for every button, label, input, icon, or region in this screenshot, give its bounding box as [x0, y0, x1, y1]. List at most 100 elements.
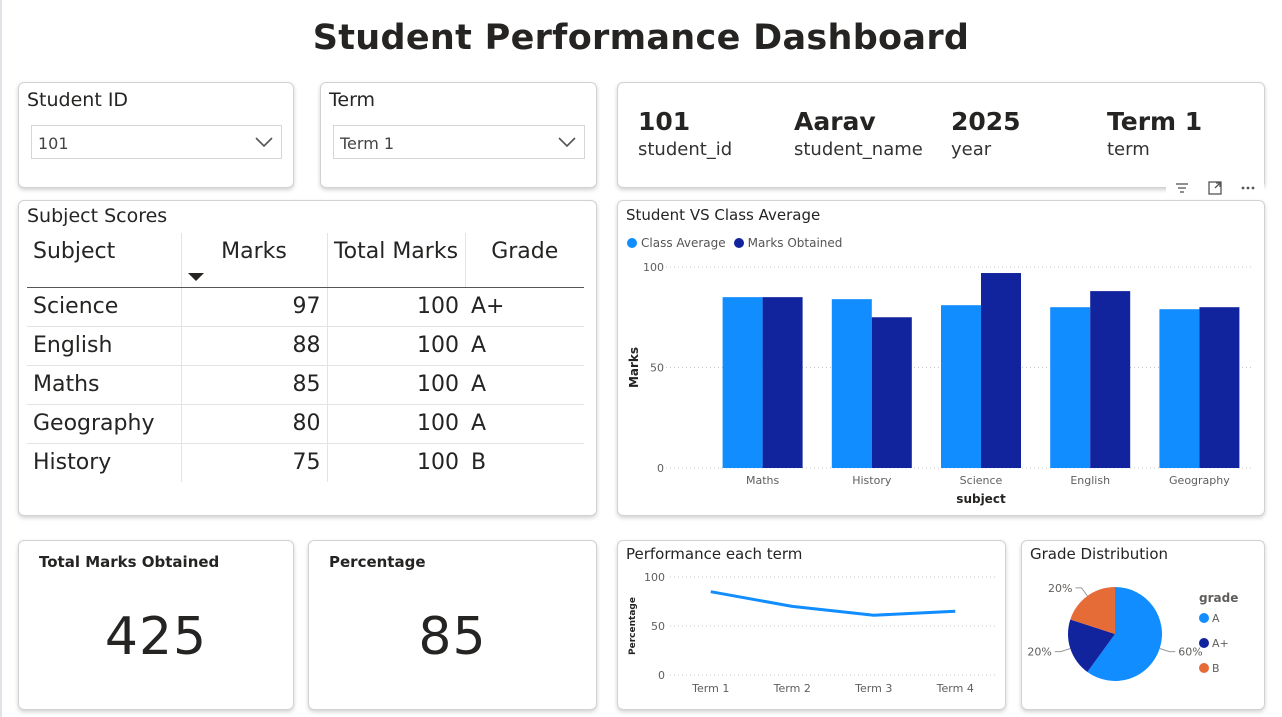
cell-subject: Geography — [27, 404, 181, 444]
legend-label: B — [1212, 662, 1220, 675]
y-tick-label: 100 — [643, 261, 664, 274]
kpi-title: Percentage — [329, 553, 426, 571]
table-row[interactable]: Science 97 100 A+ — [27, 287, 584, 327]
bar-marks-obtained — [981, 273, 1021, 468]
legend-label: A+ — [1212, 637, 1229, 650]
cell-subject: Maths — [27, 365, 181, 405]
header-total-marks[interactable]: Total Marks — [326, 233, 465, 288]
bar-marks-obtained — [871, 317, 912, 468]
legend-dot — [1199, 638, 1209, 648]
cell-total: 100 — [326, 326, 465, 366]
cell-total: 100 — [326, 287, 465, 327]
table-row[interactable]: Maths 85 100 A — [27, 365, 584, 405]
cell-subject: Science — [27, 287, 181, 327]
field-value: 101 — [638, 107, 691, 136]
dropdown-value: Term 1 — [340, 134, 395, 153]
grade-distribution-chart: Grade Distribution 60% 20% 20% grade A A+ B — [1021, 540, 1265, 710]
term-slicer: Term Term 1 — [320, 82, 597, 188]
bar-class-average — [831, 299, 872, 468]
y-tick-label: 0 — [657, 462, 664, 475]
field-value: 2025 — [951, 107, 1021, 136]
focus-mode-icon[interactable] — [1206, 179, 1224, 197]
y-tick-label: 100 — [644, 571, 665, 584]
cell-total: 100 — [326, 443, 465, 482]
cell-marks: 85 — [180, 365, 327, 405]
header-grade[interactable]: Grade — [464, 233, 584, 288]
student-id-slicer: Student ID 101 — [18, 82, 294, 188]
header-marks[interactable]: Marks — [180, 233, 327, 288]
table-row[interactable]: History 75 100 B — [27, 443, 584, 482]
table-row[interactable]: English 88 100 A — [27, 326, 584, 366]
chevron-down-icon — [558, 137, 576, 148]
student-vs-class-chart: Student VS Class Average Class Average M… — [617, 200, 1265, 516]
sort-descending-icon — [187, 272, 204, 281]
cell-marks: 75 — [180, 443, 327, 482]
y-tick-label: 50 — [651, 620, 665, 633]
x-axis-label: subject — [956, 492, 1006, 506]
cell-subject: History — [33, 450, 112, 476]
cell-total: 100 — [326, 365, 465, 405]
table-row[interactable]: Geography 80 100 A — [27, 404, 584, 444]
slicer-label: Student ID — [27, 89, 129, 111]
student-id-dropdown[interactable]: 101 — [31, 125, 282, 159]
more-options-icon[interactable] — [1239, 179, 1257, 197]
data-label-leader — [1159, 648, 1176, 653]
chevron-down-icon — [255, 137, 273, 148]
header-subject[interactable]: Subject — [27, 233, 181, 288]
bar-marks-obtained — [762, 297, 803, 468]
left-rule — [0, 0, 2, 717]
performance-term-chart: Performance each term 0 50 100 Term 1 Term 2… — [617, 540, 1006, 710]
y-tick-label: 50 — [650, 362, 664, 375]
x-tick-label: Term 3 — [854, 682, 892, 695]
legend-dot — [1199, 663, 1209, 673]
table-title: Subject Scores — [27, 205, 168, 227]
cell-grade: A — [465, 404, 584, 444]
bar-class-average — [722, 297, 763, 468]
legend-title: grade — [1199, 591, 1238, 605]
student-name-field: Aarav student_name — [794, 107, 923, 160]
y-tick-label: 0 — [658, 669, 665, 682]
cell-total: 100 — [326, 404, 465, 444]
data-label: 60% — [1178, 646, 1202, 659]
term-field: Term 1 term — [1107, 107, 1202, 160]
legend-label: A — [1212, 612, 1220, 625]
total-marks-card: Total Marks Obtained 425 — [18, 540, 294, 710]
field-label: year — [951, 139, 992, 160]
line-chart-plot: 0 50 100 Term 1 Term 2 Term 3 Term 4 Percentage — [628, 571, 996, 695]
data-label-leader — [1054, 648, 1071, 653]
filter-icon[interactable] — [1173, 179, 1191, 197]
student-info-card: 101 student_id Aarav student_name 2025 y… — [617, 82, 1265, 188]
percentage-card: Percentage 85 — [308, 540, 597, 710]
year-field: 2025 year — [951, 107, 1021, 160]
x-tick-label: English — [1070, 474, 1110, 487]
cell-marks: 88 — [180, 326, 327, 366]
term-dropdown[interactable]: Term 1 — [333, 125, 585, 159]
field-value: Term 1 — [1107, 107, 1203, 136]
table-header-row: Subject Marks Total Marks Grade — [27, 233, 584, 288]
bar-marks-obtained — [1090, 291, 1131, 468]
header-marks-label: Marks — [221, 239, 287, 264]
field-label: term — [1107, 139, 1150, 160]
cell-marks: 97 — [180, 287, 327, 327]
data-label-leader — [1075, 587, 1088, 597]
data-label: 20% — [1027, 646, 1051, 659]
x-tick-label: Term 2 — [773, 682, 811, 695]
dropdown-value: 101 — [38, 134, 69, 153]
bar-marks-obtained — [1199, 307, 1240, 468]
bar-class-average — [1050, 307, 1091, 468]
legend-dot — [1199, 613, 1209, 623]
y-axis-label: Marks — [627, 347, 641, 388]
kpi-value: 425 — [104, 607, 208, 667]
cell-subject: English — [27, 326, 181, 366]
field-label: student_id — [638, 139, 733, 160]
y-axis-label: Percentage — [628, 597, 638, 655]
subject-scores-table: Subject Scores Subject Marks Total Marks… — [18, 200, 597, 516]
bar-class-average — [1159, 309, 1200, 468]
data-label: 20% — [1048, 582, 1072, 595]
scores-table: Subject Marks Total Marks Grade Science … — [27, 233, 584, 482]
x-tick-label: Term 1 — [691, 682, 729, 695]
series-line — [710, 590, 956, 617]
slicer-label: Term — [329, 89, 376, 111]
page-title: Student Performance Dashboard — [312, 18, 970, 58]
x-tick-label: Geography — [1169, 474, 1230, 487]
